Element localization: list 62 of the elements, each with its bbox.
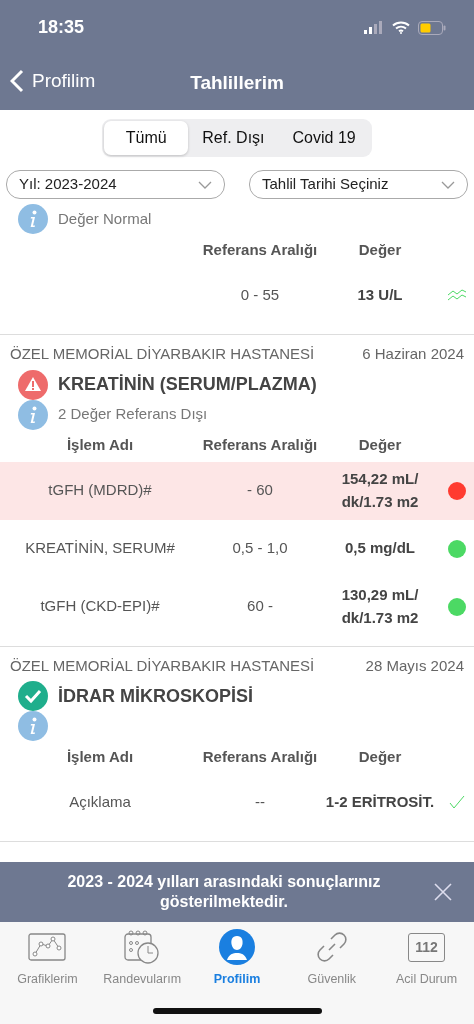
segment-tab[interactable]: Ref. Dışı bbox=[188, 121, 279, 155]
table-cell-text: - 60 bbox=[246, 480, 274, 501]
table-cell: 130,29 mL/ dk/1.73 m2 bbox=[341, 586, 419, 626]
table-cell-text: 0 - 55 bbox=[239, 284, 281, 305]
table-cell-text: KREATİNİN, SERUM# bbox=[24, 538, 176, 559]
segment-tab[interactable]: Covid 19 bbox=[278, 121, 370, 155]
tab-bar-item[interactable]: Profilim bbox=[189, 922, 285, 1024]
tab-bar-item[interactable]: 112 Acil Durum bbox=[379, 922, 474, 1024]
status-time: 18:35 bbox=[38, 16, 85, 39]
tab-bar-item[interactable]: Randevularım bbox=[94, 922, 190, 1024]
table-cell-text: tGFH (CKD-EPI)# bbox=[39, 596, 161, 617]
table-cell-text: 0,5 - 1,0 bbox=[231, 538, 289, 559]
table-cell-text: tGFH (MDRD)# bbox=[47, 480, 153, 501]
test-date: 6 Haziran 2024 bbox=[362, 344, 464, 364]
chevron-down-icon bbox=[441, 180, 455, 189]
table-cell: 154,22 mL/ dk/1.73 m2 bbox=[341, 470, 419, 510]
hospital-name: ÖZEL MEMORİAL DİYARBAKIR HASTANESİ bbox=[10, 344, 315, 364]
test-title: İDRAR MİKROSKOPİSİ bbox=[58, 684, 253, 708]
banner-text: 2023 - 2024 yılları arasındaki sonuçlarınız gösterilmektedir. bbox=[66, 872, 382, 912]
column-header: İşlem Adı bbox=[65, 435, 135, 456]
hospital-name: ÖZEL MEMORİAL DİYARBAKIR HASTANESİ bbox=[10, 655, 315, 676]
table-cell-text: Açıklama bbox=[68, 791, 132, 812]
tab-bar-item[interactable]: Güvenlik bbox=[284, 922, 380, 1024]
column-header: Değer bbox=[357, 746, 403, 767]
info-icon bbox=[18, 399, 48, 430]
table-cell-text: 60 - bbox=[246, 596, 274, 617]
table-cell: 13 U/L bbox=[357, 285, 403, 303]
column-header: Referans Aralığı bbox=[201, 435, 319, 456]
info-icon bbox=[18, 204, 48, 234]
warning-icon bbox=[18, 369, 48, 400]
column-header: Değer bbox=[357, 239, 403, 260]
battery-icon bbox=[418, 20, 446, 35]
line-chart-icon bbox=[28, 933, 67, 961]
column-header: Referans Aralığı bbox=[201, 239, 319, 260]
info-icon bbox=[18, 711, 48, 741]
segment-tab[interactable]: Tümü bbox=[104, 121, 189, 155]
column-header: Değer bbox=[357, 435, 403, 456]
person-icon bbox=[219, 929, 255, 965]
checkmark-icon bbox=[449, 795, 465, 809]
emergency-number-icon: 112 bbox=[408, 932, 445, 962]
test-title: KREATİNİN (SERUM/PLAZMA) bbox=[58, 373, 317, 396]
info-text: Değer Normal bbox=[58, 208, 152, 229]
table-cell: 0,5 mg/dL bbox=[345, 539, 415, 557]
dropdown[interactable]: Yıl: 2023-2024 bbox=[6, 170, 225, 199]
info-text: 2 Değer Referans Dışı bbox=[58, 404, 208, 425]
table-cell-text: -- bbox=[254, 791, 266, 812]
back-button[interactable]: Profilim bbox=[10, 67, 96, 96]
signal-icon bbox=[364, 21, 384, 34]
page-title: Tahlillerim bbox=[190, 71, 284, 95]
table-cell: 1-2 ERİTROSİT. bbox=[325, 792, 435, 810]
column-header: Referans Aralığı bbox=[201, 746, 319, 767]
dropdown[interactable]: Tahlil Tarihi Seçiniz bbox=[249, 170, 468, 199]
back-chevron-icon bbox=[10, 69, 24, 94]
check-circle-icon bbox=[18, 681, 48, 711]
wifi-icon bbox=[392, 21, 410, 34]
test-date: 28 Mayıs 2024 bbox=[365, 655, 464, 676]
chevron-down-icon bbox=[198, 180, 212, 189]
trend-chart-icon[interactable] bbox=[447, 288, 467, 302]
tab-bar-item[interactable]: Grafiklerim bbox=[0, 922, 95, 1024]
column-header: İşlem Adı bbox=[65, 746, 135, 767]
close-icon[interactable] bbox=[434, 883, 452, 901]
calendar-clock-icon bbox=[124, 930, 161, 964]
